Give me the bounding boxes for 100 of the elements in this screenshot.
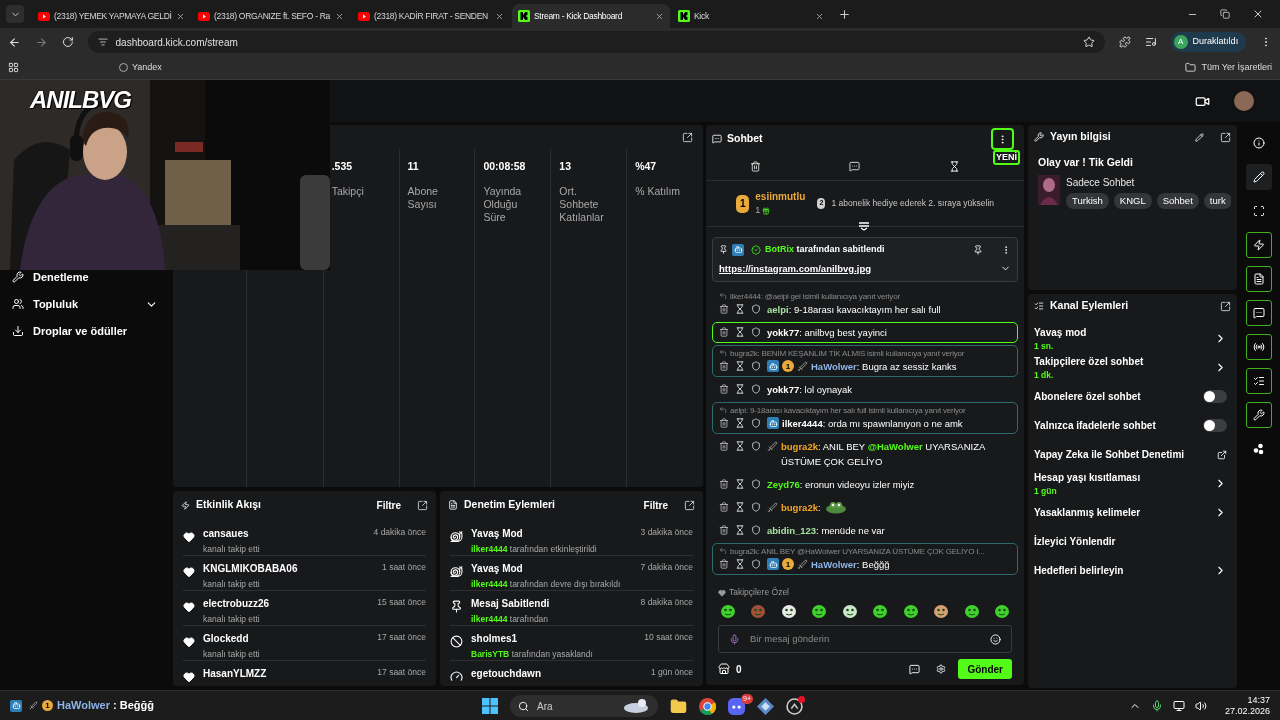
close-icon[interactable] <box>335 11 344 21</box>
message-field[interactable]: Bir mesaj gönderin <box>718 625 1012 653</box>
timeout-icon[interactable] <box>735 479 745 490</box>
browser-tab[interactable]: (2318) YEMEK YAPMAYA GELDİ <box>32 4 190 28</box>
toggle-switch[interactable] <box>1203 419 1227 432</box>
clock[interactable]: 14:37 27.02.2026 <box>1224 694 1270 717</box>
emote-icon[interactable] <box>902 603 919 619</box>
emote-icon[interactable] <box>720 603 736 619</box>
collapse-icon[interactable] <box>858 222 870 231</box>
filter-button[interactable]: Filtre <box>643 497 668 513</box>
rail-button[interactable] <box>1246 266 1272 292</box>
shield-icon[interactable] <box>751 502 761 513</box>
volume-icon[interactable] <box>1194 699 1207 712</box>
chat-app-icon[interactable] <box>728 697 745 715</box>
browser-tab[interactable]: Stream - Kick Dashboard <box>512 4 670 28</box>
emote-icon[interactable] <box>872 603 889 619</box>
timeout-icon[interactable] <box>735 502 745 513</box>
emote-icon[interactable] <box>841 603 858 619</box>
timeout-icon[interactable] <box>735 304 745 315</box>
filter-button[interactable]: Filtre <box>376 497 401 513</box>
browser-icon[interactable] <box>699 697 716 715</box>
delete-icon[interactable] <box>719 304 729 315</box>
unpin-icon[interactable] <box>973 244 983 255</box>
tab-search-button[interactable] <box>6 5 24 23</box>
rail-button[interactable] <box>1246 164 1272 190</box>
emoji-icon[interactable] <box>990 633 1001 645</box>
emote-icon[interactable] <box>780 603 797 619</box>
message-input[interactable]: Bir mesaj gönderin <box>750 631 980 647</box>
timeout-icon[interactable] <box>735 441 745 452</box>
avatar[interactable] <box>1234 91 1254 111</box>
delete-icon[interactable] <box>719 327 729 338</box>
app-icon[interactable] <box>757 697 774 715</box>
tag[interactable]: Sohbet <box>1156 192 1199 209</box>
extensions-icon[interactable] <box>1118 36 1131 48</box>
shield-icon[interactable] <box>751 304 761 315</box>
bookmark[interactable]: Yandex <box>119 60 162 75</box>
timeout-icon[interactable] <box>735 327 745 338</box>
shield-icon[interactable] <box>751 418 761 429</box>
rail-button[interactable] <box>1246 368 1272 394</box>
category-name[interactable]: Sadece Sohbet <box>1066 174 1231 190</box>
back-icon[interactable] <box>8 35 21 49</box>
shield-icon[interactable] <box>751 361 761 372</box>
channel-action[interactable]: Abonelere özel sohbet <box>1034 382 1231 411</box>
top-gifter-name[interactable]: esiinmutlu <box>755 189 806 205</box>
expand-icon[interactable] <box>1220 131 1231 143</box>
timeout-icon[interactable] <box>735 525 745 536</box>
shield-icon[interactable] <box>751 479 761 490</box>
emote-icon[interactable] <box>811 603 828 619</box>
bookmark-star-icon[interactable] <box>1082 36 1095 48</box>
expand-icon[interactable] <box>682 131 693 143</box>
close-icon[interactable] <box>495 11 504 21</box>
shield-icon[interactable] <box>751 384 761 395</box>
delete-icon[interactable] <box>719 525 729 536</box>
app-icon[interactable] <box>786 697 803 715</box>
restore-icon[interactable] <box>1220 9 1230 19</box>
tag[interactable]: Turkish <box>1066 192 1109 209</box>
taskbar-search[interactable]: Ara <box>510 695 658 717</box>
expand-icon[interactable] <box>684 499 695 511</box>
channel-action[interactable]: Yalnızca ifadelerle sohbet <box>1034 411 1231 440</box>
sidebar-item[interactable]: Droplar ve ödüller <box>12 322 158 340</box>
channel-action[interactable]: Yasaklanmış kelimeler <box>1034 498 1231 527</box>
timeout-icon[interactable] <box>948 161 960 172</box>
delete-icon[interactable] <box>719 418 729 429</box>
delete-icon[interactable] <box>719 559 729 570</box>
close-icon[interactable] <box>815 11 824 21</box>
edit-icon[interactable] <box>1195 132 1204 142</box>
network-icon[interactable] <box>1172 699 1185 712</box>
sidebar-item[interactable]: Topluluk <box>12 295 158 313</box>
channel-action[interactable]: Hedefleri belirleyin <box>1034 556 1231 585</box>
apps-icon[interactable] <box>8 62 19 73</box>
expand-icon[interactable] <box>417 499 428 511</box>
forward-icon[interactable] <box>34 35 48 49</box>
expand-icon[interactable] <box>1220 300 1231 312</box>
reload-icon[interactable] <box>61 36 74 48</box>
delete-icon[interactable] <box>719 361 729 372</box>
toggle-switch[interactable] <box>1203 390 1227 403</box>
sidebar-item[interactable]: Denetleme <box>12 268 158 286</box>
new-tab-icon[interactable] <box>838 7 851 21</box>
settings-icon[interactable] <box>936 664 947 674</box>
close-icon[interactable] <box>175 11 185 21</box>
send-button[interactable]: Gönder <box>958 659 1012 679</box>
emote-icon[interactable] <box>933 603 950 619</box>
windows-icon[interactable] <box>482 698 498 714</box>
site-settings-icon[interactable] <box>97 37 108 47</box>
tag[interactable]: turk <box>1203 192 1231 209</box>
store-icon[interactable] <box>718 663 730 675</box>
microphone-icon[interactable] <box>729 633 740 645</box>
profile-button[interactable]: A Duraklatıldı <box>1170 32 1247 52</box>
close-icon[interactable] <box>655 11 664 21</box>
emote-icon[interactable] <box>963 603 980 619</box>
shield-icon[interactable] <box>751 525 761 536</box>
tag[interactable]: KNGL <box>1113 192 1152 209</box>
channel-action[interactable]: Hesap yaşı kısıtlaması 1 gün <box>1034 469 1231 498</box>
timeout-icon[interactable] <box>735 559 745 570</box>
all-bookmarks[interactable]: Tüm Yer İşaretleri <box>1185 60 1272 75</box>
delete-icon[interactable] <box>719 502 729 513</box>
browser-tab[interactable]: (2318) ORGANIZE ft. SEFO - Ra <box>192 4 350 28</box>
chat-icon[interactable] <box>849 161 861 172</box>
delete-icon[interactable] <box>719 479 729 490</box>
rail-button[interactable] <box>1246 300 1272 326</box>
